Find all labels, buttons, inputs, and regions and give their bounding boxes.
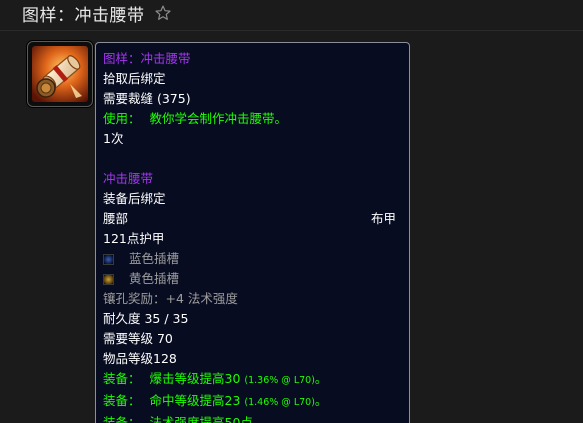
- bind-on-equip: 装备后绑定: [103, 191, 166, 206]
- required-skill: 需要裁缝 (375): [103, 91, 191, 106]
- socket-blue-label: 蓝色插槽: [129, 251, 180, 266]
- equip-prefix: 装备：: [103, 415, 141, 423]
- socket-yellow-label: 黄色插槽: [129, 271, 180, 286]
- durability: 耐久度 35 / 35: [103, 311, 189, 326]
- equip-suffix: 。: [252, 415, 266, 423]
- item-tooltip: 图样：冲击腰带 拾取后绑定 需要裁缝 (375) 使用： 教你学会制作冲击腰带。 …: [95, 42, 410, 423]
- equip-detail: (1.36% @ L70): [244, 375, 315, 386]
- star-outline-icon[interactable]: [153, 3, 173, 23]
- equip-text: 法术强度提高50点: [149, 415, 253, 423]
- equip-line: 装备： 爆击等级提高30 (1.36% @ L70)。: [103, 369, 403, 391]
- scroll-pattern-icon: [32, 46, 88, 102]
- required-level: 需要等级 70: [103, 331, 173, 346]
- item-icon-frame[interactable]: [27, 41, 93, 107]
- equip-suffix: 。: [314, 371, 328, 386]
- item-name: 冲击腰带: [103, 171, 154, 186]
- recipe-name: 图样：冲击腰带: [103, 51, 191, 66]
- page-header: 图样：冲击腰带: [0, 0, 583, 26]
- use-text: 教你学会制作冲击腰带。: [149, 111, 288, 126]
- equip-prefix: 装备：: [103, 371, 141, 386]
- charges: 1次: [103, 131, 124, 146]
- equip-prefix: 装备：: [103, 393, 141, 408]
- use-prefix: 使用：: [103, 111, 141, 126]
- equip-detail: (1.46% @ L70): [244, 397, 315, 408]
- equip-line: 装备： 命中等级提高23 (1.46% @ L70)。: [103, 391, 403, 413]
- use-effect: 使用： 教你学会制作冲击腰带。: [103, 109, 403, 129]
- armor-type: 布甲: [370, 211, 396, 226]
- armor-value: 121点护甲: [103, 231, 165, 246]
- header-divider: [0, 30, 583, 31]
- socket-blue-row: 蓝色插槽: [103, 249, 403, 269]
- socket-bonus: 镶孔奖励：+4 法术强度: [103, 291, 238, 306]
- blue-socket-icon: [103, 253, 114, 265]
- slot: 腰部: [103, 211, 129, 226]
- slot-row: 腰部 布甲: [103, 209, 403, 229]
- socket-yellow-row: 黄色插槽: [103, 269, 403, 289]
- equip-text: 爆击等级提高30: [149, 371, 241, 386]
- page-title: 图样：冲击腰带: [22, 5, 145, 26]
- yellow-socket-icon: [103, 273, 114, 285]
- bind-on-pickup: 拾取后绑定: [103, 71, 166, 86]
- equip-suffix: 。: [314, 393, 328, 408]
- equip-line: 装备： 法术强度提高50点。: [103, 413, 403, 423]
- equip-text: 命中等级提高23: [149, 393, 241, 408]
- item-level: 物品等级128: [103, 351, 177, 366]
- page: 图样：冲击腰带 图样：冲击腰带 拾取后绑定 需要裁缝 (375) 使用： 教你学…: [0, 0, 583, 423]
